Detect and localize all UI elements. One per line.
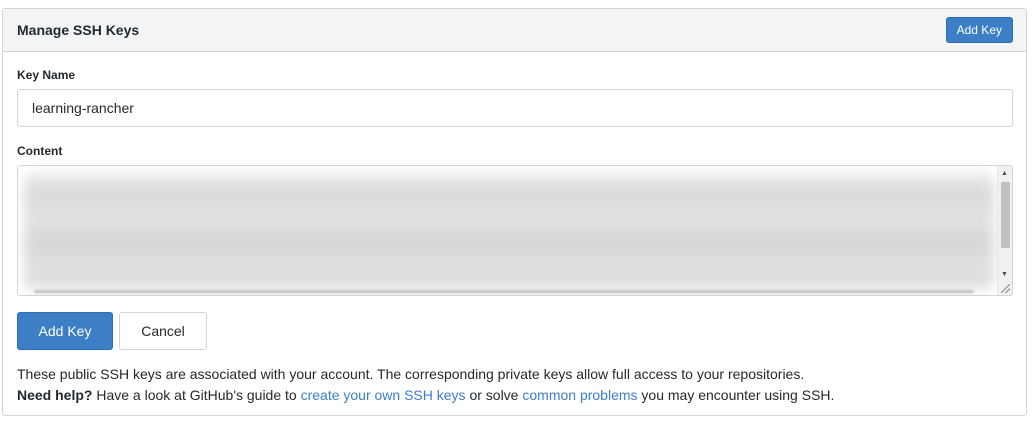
triangle-up-icon[interactable]: ▲ bbox=[1001, 170, 1008, 178]
help-text-after: you may encounter using SSH. bbox=[637, 387, 835, 403]
common-problems-link[interactable]: common problems bbox=[522, 387, 637, 403]
textarea-scrollbar[interactable]: ▲ ▼ bbox=[997, 166, 1012, 295]
resize-grip-icon[interactable] bbox=[1001, 284, 1010, 293]
panel-header: Manage SSH Keys Add Key bbox=[3, 9, 1026, 52]
key-name-input[interactable]: learning-rancher bbox=[17, 89, 1013, 127]
key-name-label: Key Name bbox=[17, 68, 76, 82]
blurred-key-content bbox=[24, 174, 994, 288]
add-key-button[interactable]: Add Key bbox=[17, 312, 113, 350]
help-line-1: These public SSH keys are associated wit… bbox=[17, 366, 805, 382]
cancel-button[interactable]: Cancel bbox=[119, 312, 207, 350]
help-text-between: or solve bbox=[465, 387, 523, 403]
help-line-2: Need help? Have a look at GitHub's guide… bbox=[17, 385, 834, 406]
need-help-label: Need help? bbox=[17, 387, 93, 403]
scroll-thumb[interactable] bbox=[1001, 182, 1010, 248]
create-ssh-keys-link[interactable]: create your own SSH keys bbox=[301, 387, 466, 403]
triangle-down-icon[interactable]: ▼ bbox=[1001, 271, 1008, 279]
blurred-key-line bbox=[34, 290, 974, 293]
content-textarea[interactable]: ▲ ▼ bbox=[17, 165, 1013, 296]
content-label: Content bbox=[17, 144, 63, 158]
help-text-before: Have a look at GitHub's guide to bbox=[92, 387, 301, 403]
ssh-keys-panel: Manage SSH Keys Add Key Key Name learnin… bbox=[2, 8, 1027, 416]
help-text: These public SSH keys are associated wit… bbox=[17, 364, 834, 406]
add-key-header-button[interactable]: Add Key bbox=[945, 17, 1013, 43]
panel-title: Manage SSH Keys bbox=[17, 22, 140, 38]
